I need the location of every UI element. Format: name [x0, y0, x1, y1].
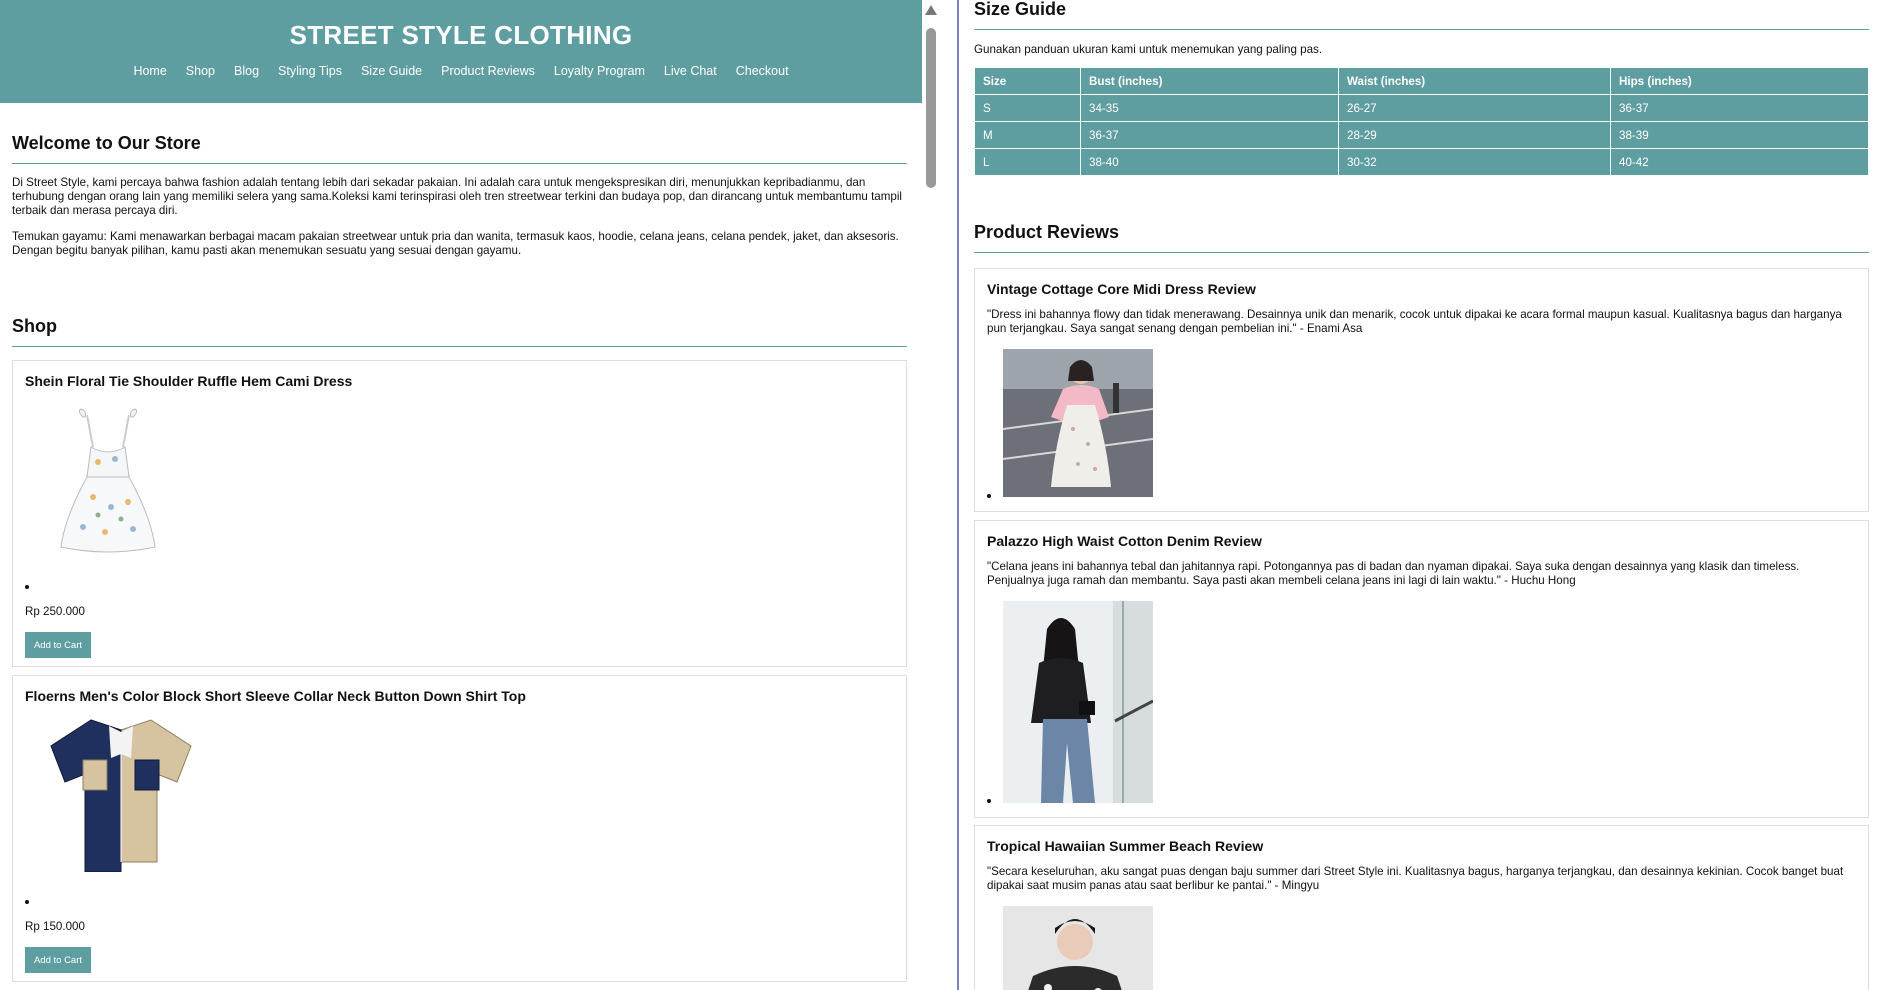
table-cell: 28-29 [1338, 121, 1611, 149]
main-nav: Home Shop Blog Styling Tips Size Guide P… [0, 64, 922, 78]
shop-heading: Shop [12, 316, 907, 347]
size-guide-intro: Gunakan panduan ukuran kami untuk menemu… [974, 43, 1323, 56]
nav-shop[interactable]: Shop [186, 64, 215, 78]
pane-divider[interactable] [940, 0, 960, 990]
vertical-scrollbar[interactable] [922, 0, 940, 990]
column-header: Hips (inches) [1610, 67, 1869, 95]
nav-styling-tips[interactable]: Styling Tips [278, 64, 342, 78]
nav-checkout[interactable]: Checkout [736, 64, 789, 78]
reviews-heading: Product Reviews [974, 222, 1869, 253]
product-card: Shein Floral Tie Shoulder Ruffle Hem Cam… [12, 360, 907, 667]
shop-section: Shop [12, 316, 907, 347]
product-price: Rp 250.000 [25, 605, 85, 618]
review-card: Palazzo High Waist Cotton Denim Review "… [974, 520, 1869, 818]
list-bullet [987, 799, 991, 803]
list-bullet [25, 900, 29, 904]
nav-product-reviews[interactable]: Product Reviews [441, 64, 535, 78]
table-row: S 34-35 26-27 36-37 [974, 94, 1869, 122]
review-text: "Celana jeans ini bahannya tebal dan jah… [987, 560, 1800, 587]
scroll-up-arrow-icon[interactable] [925, 5, 937, 15]
review-title: Vintage Cottage Core Midi Dress Review [987, 281, 1256, 297]
list-bullet [25, 585, 29, 589]
welcome-paragraph-1: Di Street Style, kami percaya bahwa fash… [12, 176, 902, 217]
table-cell: 34-35 [1080, 94, 1339, 122]
size-guide-heading: Size Guide [974, 0, 1869, 30]
table-header-row: Size Bust (inches) Waist (inches) Hips (… [974, 67, 1869, 95]
table-cell: 36-37 [1080, 121, 1339, 149]
product-price: Rp 150.000 [25, 920, 85, 933]
product-name: Floerns Men's Color Block Short Sleeve C… [25, 688, 526, 704]
table-cell: L [974, 148, 1081, 176]
nav-home[interactable]: Home [133, 64, 166, 78]
table-cell: 38-40 [1080, 148, 1339, 176]
column-header: Size [974, 67, 1081, 95]
floral-dress-image [60, 408, 156, 553]
pane-divider-line [957, 0, 959, 990]
table-cell: M [974, 121, 1081, 149]
table-row: M 36-37 28-29 38-39 [974, 121, 1869, 149]
left-scroll-area[interactable]: Welcome to Our Store Di Street Style, ka… [0, 103, 922, 990]
review-card: Tropical Hawaiian Summer Beach Review "S… [974, 825, 1869, 990]
review-card: Vintage Cottage Core Midi Dress Review "… [974, 268, 1869, 512]
table-cell: S [974, 94, 1081, 122]
review-photo-jeans [1003, 601, 1153, 803]
column-header: Bust (inches) [1080, 67, 1339, 95]
welcome-paragraph-2: Temukan gayamu: Kami menawarkan berbagai… [12, 230, 899, 257]
table-cell: 36-37 [1610, 94, 1869, 122]
reviews-section: Product Reviews [974, 222, 1869, 253]
size-guide-section: Size Guide Gunakan panduan ukuran kami u… [974, 0, 1869, 176]
product-name: Shein Floral Tie Shoulder Ruffle Hem Cam… [25, 373, 353, 389]
review-photo-dress [1003, 349, 1153, 497]
table-cell: 40-42 [1610, 148, 1869, 176]
site-header: STREET STYLE CLOTHING Home Shop Blog Sty… [0, 0, 922, 103]
left-pane: STREET STYLE CLOTHING Home Shop Blog Sty… [0, 0, 940, 990]
product-card: Floerns Men's Color Block Short Sleeve C… [12, 675, 907, 982]
review-photo-hawaiian-shirt [1003, 906, 1153, 990]
table-cell: 26-27 [1338, 94, 1611, 122]
site-title: STREET STYLE CLOTHING [289, 20, 633, 50]
add-to-cart-button[interactable]: Add to Cart [25, 947, 91, 973]
add-to-cart-button[interactable]: Add to Cart [25, 632, 91, 658]
review-text: "Secara keseluruhan, aku sangat puas den… [987, 865, 1844, 892]
review-title: Palazzo High Waist Cotton Denim Review [987, 533, 1262, 549]
table-row: L 38-40 30-32 40-42 [974, 148, 1869, 176]
nav-blog[interactable]: Blog [234, 64, 259, 78]
right-pane: Size Guide Gunakan panduan ukuran kami u… [960, 0, 1883, 990]
list-bullet [987, 494, 991, 498]
nav-live-chat[interactable]: Live Chat [664, 64, 717, 78]
review-title: Tropical Hawaiian Summer Beach Review [987, 838, 1264, 854]
column-header: Waist (inches) [1338, 67, 1611, 95]
welcome-heading: Welcome to Our Store [12, 133, 907, 164]
table-cell: 38-39 [1610, 121, 1869, 149]
scrollbar-thumb[interactable] [926, 28, 936, 188]
review-text: "Dress ini bahannya flowy dan tidak mene… [987, 308, 1842, 335]
color-block-shirt-image [50, 719, 192, 872]
nav-size-guide[interactable]: Size Guide [361, 64, 422, 78]
nav-loyalty-program[interactable]: Loyalty Program [554, 64, 645, 78]
size-table: Size Bust (inches) Waist (inches) Hips (… [974, 67, 1869, 176]
table-cell: 30-32 [1338, 148, 1611, 176]
welcome-section: Welcome to Our Store Di Street Style, ka… [12, 133, 907, 258]
